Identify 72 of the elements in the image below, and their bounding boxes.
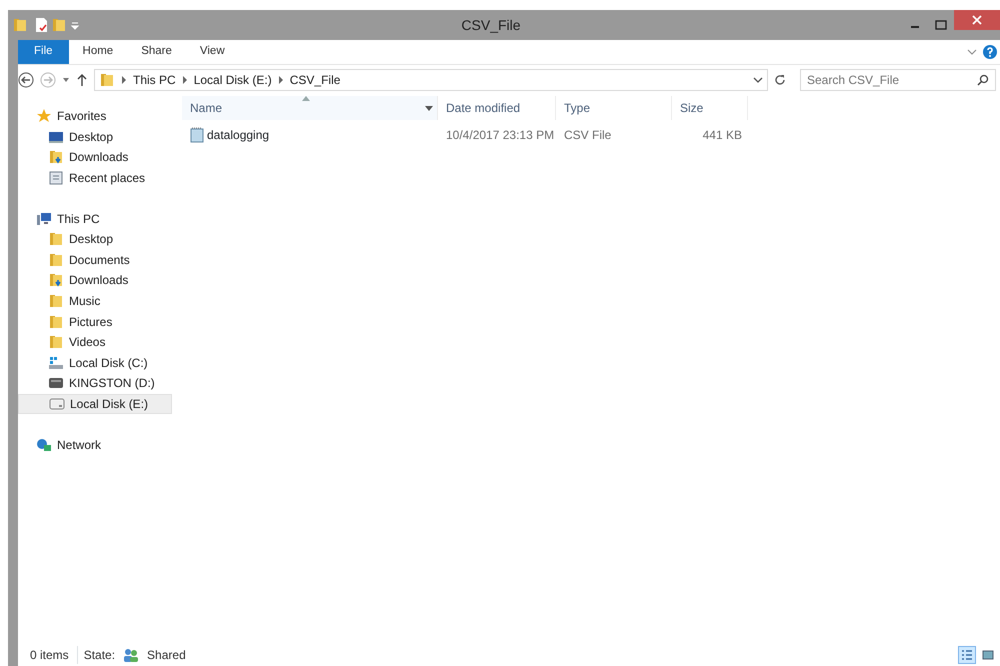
recent-locations-icon[interactable]: [62, 76, 70, 84]
drive-icon: [49, 396, 65, 412]
file-name[interactable]: datalogging: [182, 126, 438, 144]
close-icon: [972, 15, 982, 25]
sharing-state: Shared: [147, 647, 186, 664]
document-icon: [190, 127, 204, 143]
sort-ascending-icon: [302, 96, 310, 101]
dropdown-icon[interactable]: [425, 106, 433, 111]
column-header[interactable]: Size: [672, 96, 748, 120]
table-cell-text: 441 KB: [702, 127, 743, 144]
chevron-icon: [182, 76, 188, 84]
maximize-icon: [935, 20, 947, 30]
people-icon: [123, 648, 140, 662]
folder-icon: [12, 17, 28, 33]
column-header[interactable]: Type: [556, 96, 672, 120]
breadcrumb-link[interactable]: CSV_File: [290, 70, 340, 88]
ribbon-tab[interactable]: Share: [127, 40, 186, 64]
state-label: State:: [76, 646, 116, 664]
help-icon[interactable]: [983, 45, 997, 59]
back-icon[interactable]: [18, 72, 34, 88]
network-icon: [36, 436, 52, 453]
column-header[interactable]: Name: [182, 96, 438, 120]
chevron-icon: [121, 76, 127, 84]
nav-item[interactable]: Desktop: [18, 228, 172, 250]
table-cell-text: CSV File: [563, 127, 612, 144]
star-icon: [36, 108, 52, 124]
details-view-button[interactable]: [958, 646, 976, 664]
drive-icon: [48, 354, 64, 371]
picture-icon: [982, 649, 994, 661]
window-title: CSV_File: [460, 16, 522, 35]
search-icon: [977, 74, 989, 86]
chevron-icon: [278, 76, 284, 84]
nav-item[interactable]: This PC: [18, 208, 172, 229]
dropdown-icon[interactable]: [753, 74, 763, 84]
recent-places-icon: [48, 170, 64, 186]
folder-icon: [48, 231, 64, 248]
downloads-folder-icon: [48, 272, 64, 288]
nav-item[interactable]: Recent places: [18, 168, 172, 188]
file-menu-button[interactable]: File: [18, 40, 69, 64]
ribbon-tab[interactable]: Home: [68, 40, 128, 64]
table-cell-text: 10/4/2017 23:13 PM: [445, 127, 556, 144]
breadcrumb-link[interactable]: This PC: [133, 70, 176, 88]
folder-icon: [48, 252, 64, 268]
expand-ribbon-icon[interactable]: [967, 47, 977, 57]
nav-item[interactable]: Documents: [18, 250, 172, 270]
nav-item[interactable]: KINGSTON (D:): [18, 373, 172, 394]
nav-item[interactable]: Downloads: [18, 147, 172, 168]
nav-item[interactable]: Favorites: [18, 106, 172, 127]
nav-item[interactable]: Network: [18, 434, 172, 455]
downloads-folder-icon: [48, 149, 64, 166]
computer-icon: [36, 210, 52, 227]
refresh-icon[interactable]: [774, 74, 786, 86]
folder-icon: [48, 314, 64, 330]
nav-item[interactable]: Desktop: [18, 126, 172, 148]
nav-item[interactable]: Pictures: [18, 311, 172, 332]
nav-item[interactable]: Videos: [18, 332, 172, 353]
ribbon-tab[interactable]: View: [186, 40, 239, 64]
breadcrumb-link[interactable]: Local Disk (E:): [194, 70, 272, 88]
nav-item[interactable]: Local Disk (E:): [18, 394, 172, 414]
details-list-icon: [961, 649, 973, 661]
up-icon[interactable]: [76, 72, 88, 86]
nav-item[interactable]: Local Disk (C:): [18, 352, 172, 374]
nav-item[interactable]: Music: [18, 290, 172, 312]
properties-icon[interactable]: [34, 17, 48, 33]
close-button[interactable]: [954, 10, 1000, 30]
folder-icon: [99, 72, 115, 88]
folder-icon: [48, 293, 64, 310]
search-field[interactable]: Search CSV_File: [800, 68, 996, 90]
folder-icon: [48, 334, 64, 350]
item-count: 0 items: [30, 647, 69, 664]
nav-item[interactable]: Downloads: [18, 270, 172, 291]
column-header[interactable]: Date modified: [438, 96, 556, 120]
